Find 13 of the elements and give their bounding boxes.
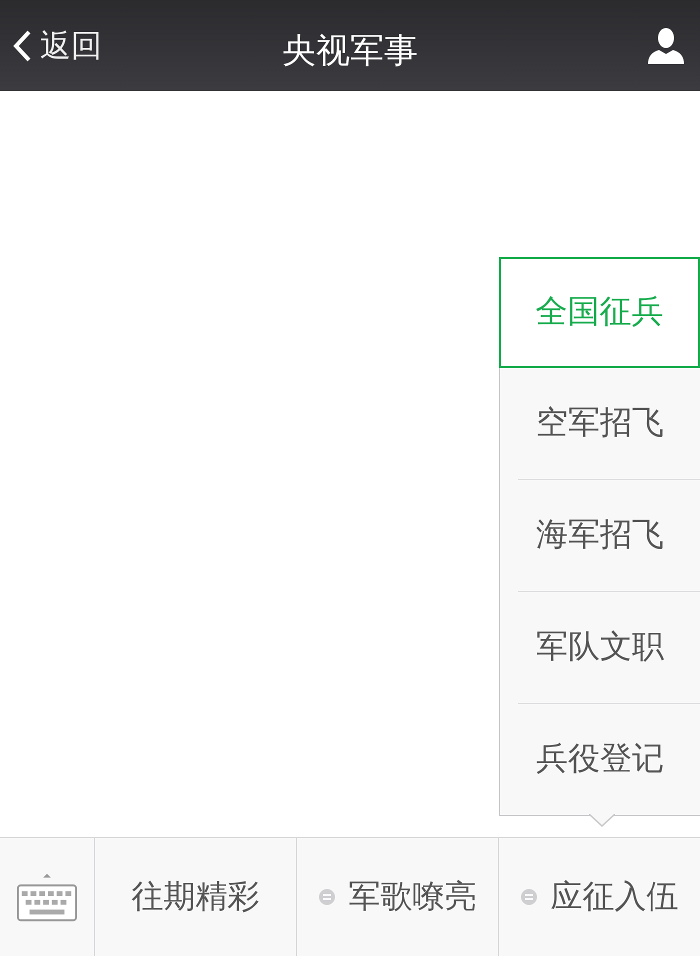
menu-item[interactable]: 海军招飞 [518, 478, 700, 590]
menu-tab[interactable]: 往期精彩 [95, 838, 297, 956]
menu-item[interactable]: 空军招飞 [518, 368, 700, 478]
submenu-dot-icon [520, 889, 536, 905]
menu-item[interactable]: 军队文职 [518, 590, 700, 702]
page-title: 央视军事 [281, 30, 419, 73]
back-chevron-icon [12, 28, 32, 62]
menu-tab[interactable]: 应征入伍 [499, 838, 700, 956]
user-icon[interactable] [646, 26, 686, 66]
menu-tab[interactable]: 军歌嘹亮 [297, 838, 499, 956]
keyboard-icon [16, 871, 78, 923]
submenu-dot-icon [318, 889, 334, 905]
back-button[interactable]: 返回 [12, 24, 102, 66]
